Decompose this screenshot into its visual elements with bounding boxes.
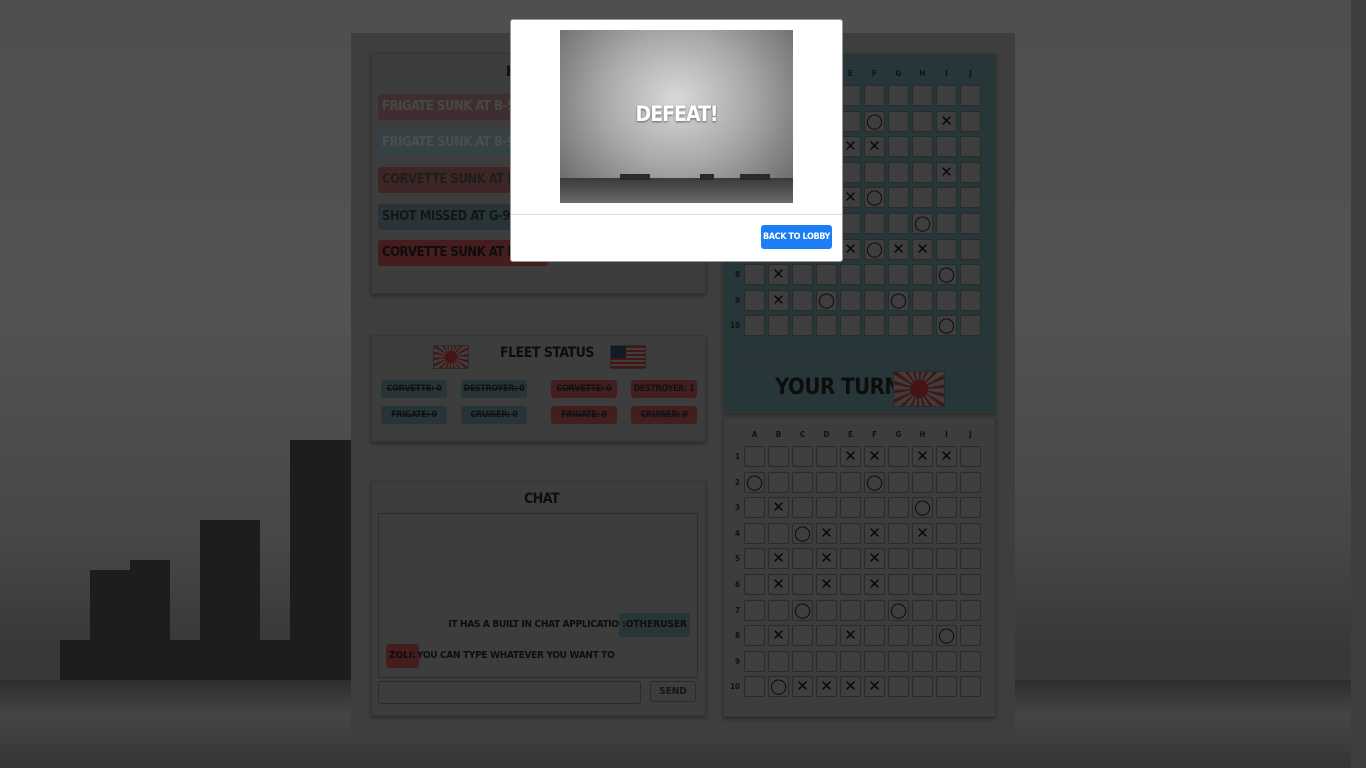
- defeat-image: Defeat!: [560, 30, 793, 203]
- modal-divider: [511, 214, 842, 215]
- defeat-heading: Defeat!: [635, 102, 719, 126]
- back-to-lobby-button[interactable]: Back to lobby: [761, 225, 832, 249]
- defeat-modal: Defeat! Back to lobby: [510, 19, 843, 262]
